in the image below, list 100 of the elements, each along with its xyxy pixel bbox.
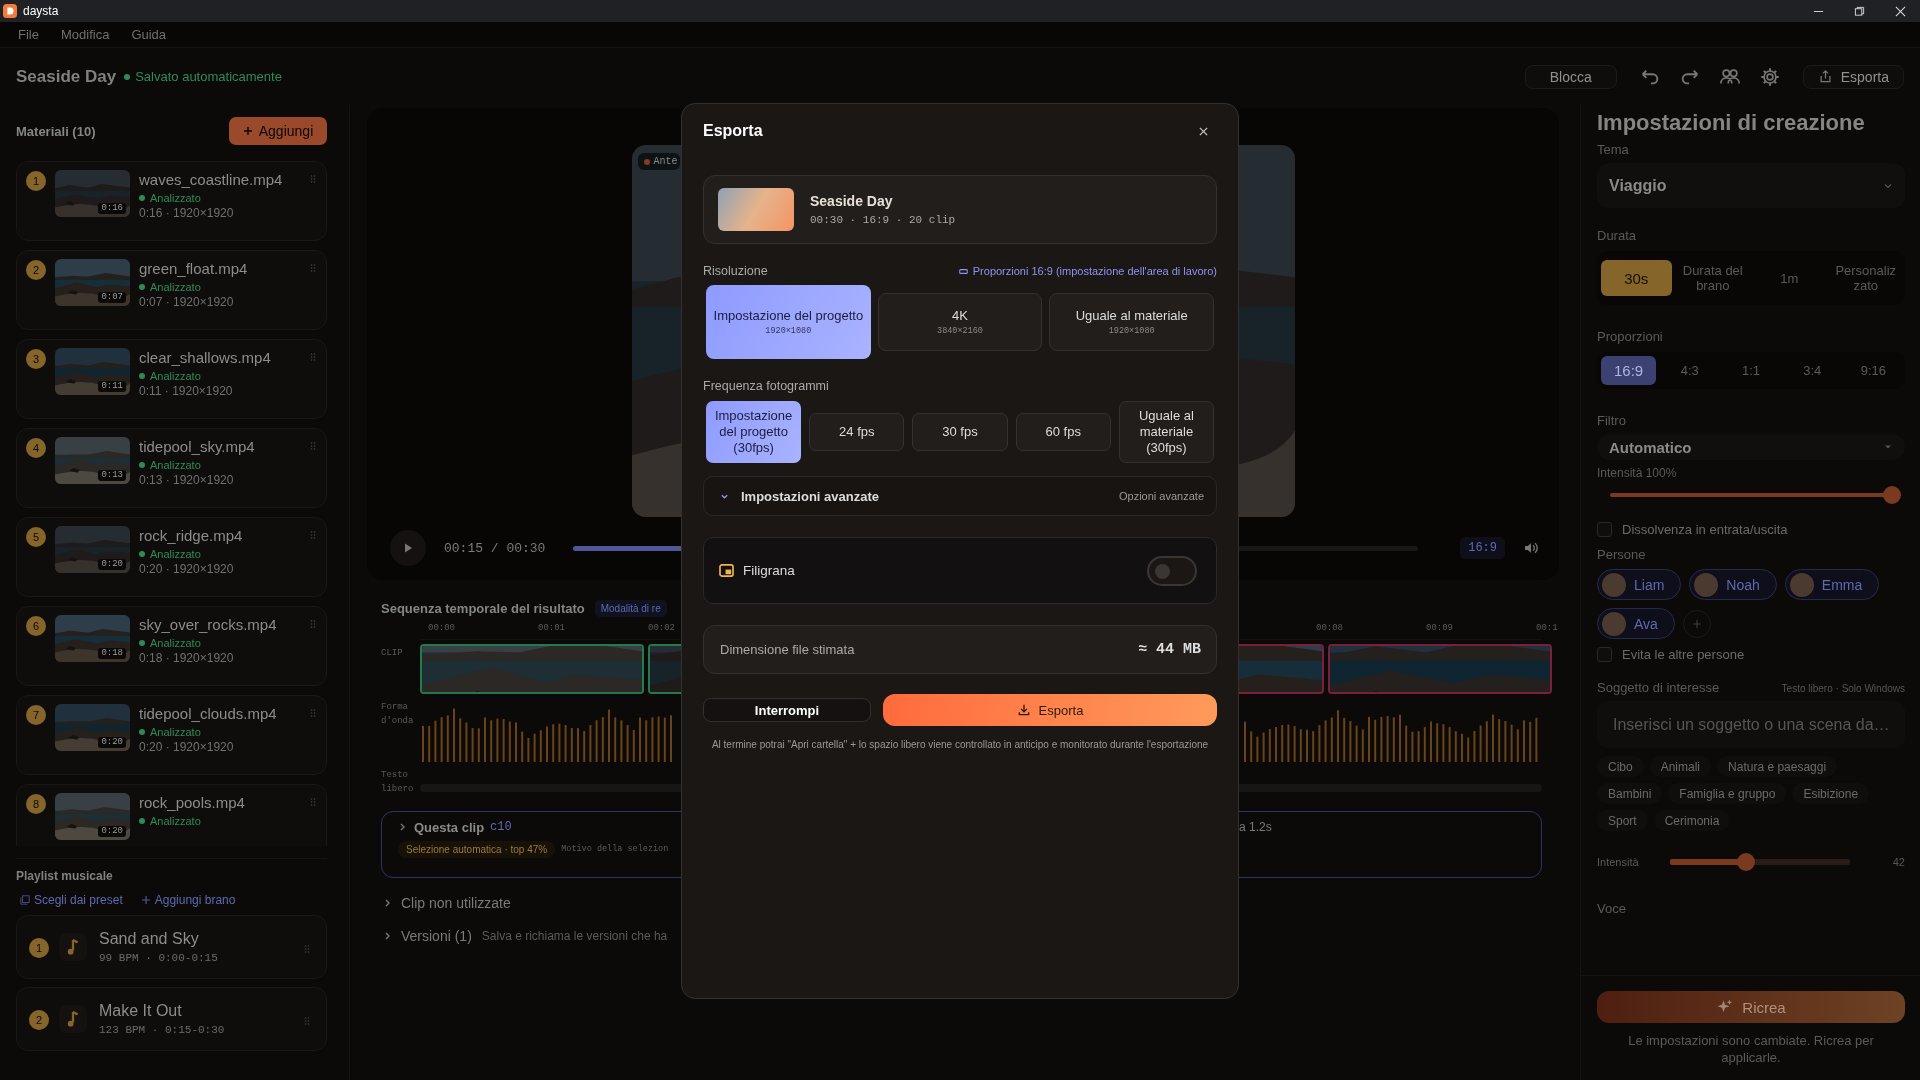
- subject-tag[interactable]: Cibo: [1597, 756, 1644, 777]
- aspect-option[interactable]: 1:1: [1723, 356, 1779, 385]
- material-card[interactable]: 8 0:20 rock_pools.mp4 Analizzato: [16, 784, 327, 846]
- close-icon[interactable]: [1895, 5, 1906, 17]
- file-meta: 0:18 · 1920×1920: [139, 651, 235, 665]
- aspect-option[interactable]: 3:4: [1784, 356, 1840, 385]
- preset-link[interactable]: Scegli dai preset: [20, 893, 123, 907]
- resolution-option[interactable]: Uguale al materiale 1920×1080: [1049, 293, 1214, 351]
- material-card[interactable]: 6 0:18 sky_over_rocks.mp4 Analizzato 0:18 · 1920×1920: [16, 606, 327, 686]
- drag-handle-icon[interactable]: [310, 352, 316, 362]
- drag-handle-icon[interactable]: [310, 797, 316, 807]
- checkbox[interactable]: [1597, 647, 1612, 662]
- menu-item[interactable]: Guida: [131, 27, 167, 42]
- drag-handle-icon[interactable]: [304, 944, 310, 954]
- material-card[interactable]: 5 0:20 rock_ridge.mp4 Analizzato 0:20 · 1920×1920: [16, 517, 327, 597]
- drag-handle-icon[interactable]: [304, 1016, 310, 1026]
- checkbox[interactable]: [1597, 522, 1612, 537]
- section-title[interactable]: Clip non utilizzate: [401, 894, 511, 911]
- track-card[interactable]: 1 Sand and Sky 99 BPM · 0:00-0:15: [16, 915, 327, 979]
- drag-handle-icon[interactable]: [310, 619, 316, 629]
- subject-tag[interactable]: Animali: [1649, 756, 1712, 777]
- slider-thumb[interactable]: [1736, 853, 1755, 871]
- drag-handle-icon[interactable]: [310, 441, 316, 451]
- advanced-settings-row[interactable]: Impostazioni avanzate Opzioni avanzate: [703, 476, 1217, 516]
- subject-tag[interactable]: Natura e paesaggi: [1717, 756, 1838, 777]
- index-badge: 2: [29, 1009, 49, 1030]
- slider-thumb[interactable]: [1883, 486, 1901, 504]
- ruler-label: 00:01: [537, 623, 566, 635]
- recreate-button[interactable]: Ricrea: [1597, 991, 1905, 1023]
- status-label: Analizzato: [150, 459, 201, 471]
- resolution-option[interactable]: Impostazione del progetto 1920×1080: [706, 285, 871, 359]
- drag-handle-icon[interactable]: [310, 174, 316, 184]
- section-title[interactable]: Versioni (1): [401, 927, 472, 944]
- duration-option[interactable]: Personalizzato: [1830, 260, 1901, 296]
- lock-button[interactable]: Blocca: [1524, 64, 1617, 89]
- material-card[interactable]: 3 0:11 clear_shallows.mp4 Analizzato 0:11 · 1920×1920: [16, 339, 327, 419]
- duration-option[interactable]: 30s: [1601, 260, 1672, 296]
- subject-tag[interactable]: Famiglia e gruppo: [1668, 783, 1787, 804]
- aspect-option[interactable]: 9:16: [1845, 356, 1901, 385]
- person-chip[interactable]: Emma: [1784, 569, 1880, 600]
- menu-item[interactable]: File: [18, 27, 39, 42]
- checkbox-label: Dissolvenza in entrata/uscita: [1622, 522, 1788, 537]
- cancel-button[interactable]: Interrompi: [703, 698, 871, 722]
- drag-handle-icon[interactable]: [310, 708, 316, 718]
- material-card[interactable]: 7 0:20 tidepool_clouds.mp4 Analizzato 0:20 · 1920×1920: [16, 695, 327, 775]
- add-button[interactable]: Aggiungi: [229, 117, 327, 145]
- material-card[interactable]: 1 0:16 waves_coastline.mp4 Analizzato 0:16 · 1920×1920: [16, 161, 327, 241]
- theme-dropdown[interactable]: Viaggio: [1597, 163, 1905, 208]
- frame-rate-option[interactable]: 30 fps: [912, 413, 1008, 451]
- music-note-icon: [59, 933, 87, 961]
- close-icon[interactable]: [1198, 125, 1209, 137]
- aspect-option[interactable]: 4:3: [1662, 356, 1718, 385]
- status-label: Analizzato: [150, 637, 201, 649]
- add-track-link[interactable]: Aggiungi brano: [140, 893, 236, 907]
- ruler-label: 00:1: [1535, 623, 1558, 635]
- settings-icon[interactable]: [1758, 65, 1781, 88]
- subject-input[interactable]: Inserisci un soggetto o una scena da…: [1597, 701, 1905, 748]
- track-card[interactable]: 2 Make It Out 123 BPM · 0:15-0:30: [16, 987, 327, 1051]
- duration-option[interactable]: Durata del brano: [1677, 260, 1748, 296]
- subject-tag[interactable]: Sport: [1597, 810, 1648, 831]
- ruler-label: 00:00: [427, 623, 456, 635]
- export-button[interactable]: Esporta: [1802, 64, 1904, 89]
- person-chip[interactable]: Liam: [1597, 569, 1682, 600]
- material-card[interactable]: 4 0:13 tidepool_sky.mp4 Analizzato 0:13 · 1920×1920: [16, 428, 327, 508]
- status-dot-icon: [139, 551, 145, 557]
- aspect-link[interactable]: Proporzioni 16:9 (impostazione dell'area di lavoro): [958, 265, 1217, 277]
- frame-rate-option[interactable]: Uguale al materiale (30fps): [1118, 401, 1214, 463]
- subject-tag[interactable]: Bambini: [1597, 783, 1663, 804]
- drag-handle-icon[interactable]: [310, 530, 316, 540]
- status-label: Analizzato: [150, 370, 201, 382]
- restore-icon[interactable]: [1854, 5, 1865, 17]
- aspect-option[interactable]: 16:9: [1601, 356, 1657, 385]
- status-dot-icon: [139, 818, 145, 824]
- play-button[interactable]: [390, 530, 426, 566]
- time-readout: 00:15 / 00:30: [444, 540, 546, 556]
- frame-rate-option[interactable]: Impostazione del progetto (30fps): [706, 401, 802, 463]
- subject-tag[interactable]: Cerimonia: [1653, 810, 1731, 831]
- materials-title: Materiali (10): [16, 123, 96, 139]
- volume-icon[interactable]: [1523, 540, 1539, 556]
- selection-reason: Motivo della selezion: [561, 844, 669, 855]
- duration-label: 0:18: [98, 648, 126, 659]
- duration-label: 0:20: [98, 826, 126, 837]
- resolution-option[interactable]: 4K 3840×2160: [877, 293, 1043, 351]
- person-chip[interactable]: Ava: [1597, 608, 1675, 639]
- drag-handle-icon[interactable]: [310, 263, 316, 273]
- filter-dropdown[interactable]: Automatico: [1597, 434, 1905, 460]
- subject-tag[interactable]: Esibizione: [1792, 783, 1870, 804]
- person-chip[interactable]: Noah: [1689, 569, 1777, 600]
- toggle-switch[interactable]: [1147, 555, 1197, 586]
- menu-item[interactable]: Modifica: [60, 27, 110, 42]
- intensity-label: Intensità 100%: [1597, 466, 1678, 480]
- ruler-label: 00:02: [647, 623, 676, 635]
- save-status: Salvato automaticamente: [135, 69, 282, 84]
- material-card[interactable]: 2 0:07 green_float.mp4 Analizzato 0:07 · 1920×1920: [16, 250, 327, 330]
- file-meta: 0:20 · 1920×1920: [139, 562, 235, 576]
- export-button[interactable]: Esporta: [883, 694, 1217, 726]
- duration-option[interactable]: 1m: [1754, 260, 1825, 296]
- file-name: tidepool_sky.mp4: [139, 437, 256, 457]
- frame-rate-option[interactable]: 60 fps: [1015, 413, 1111, 451]
- frame-rate-option[interactable]: 24 fps: [809, 413, 905, 451]
